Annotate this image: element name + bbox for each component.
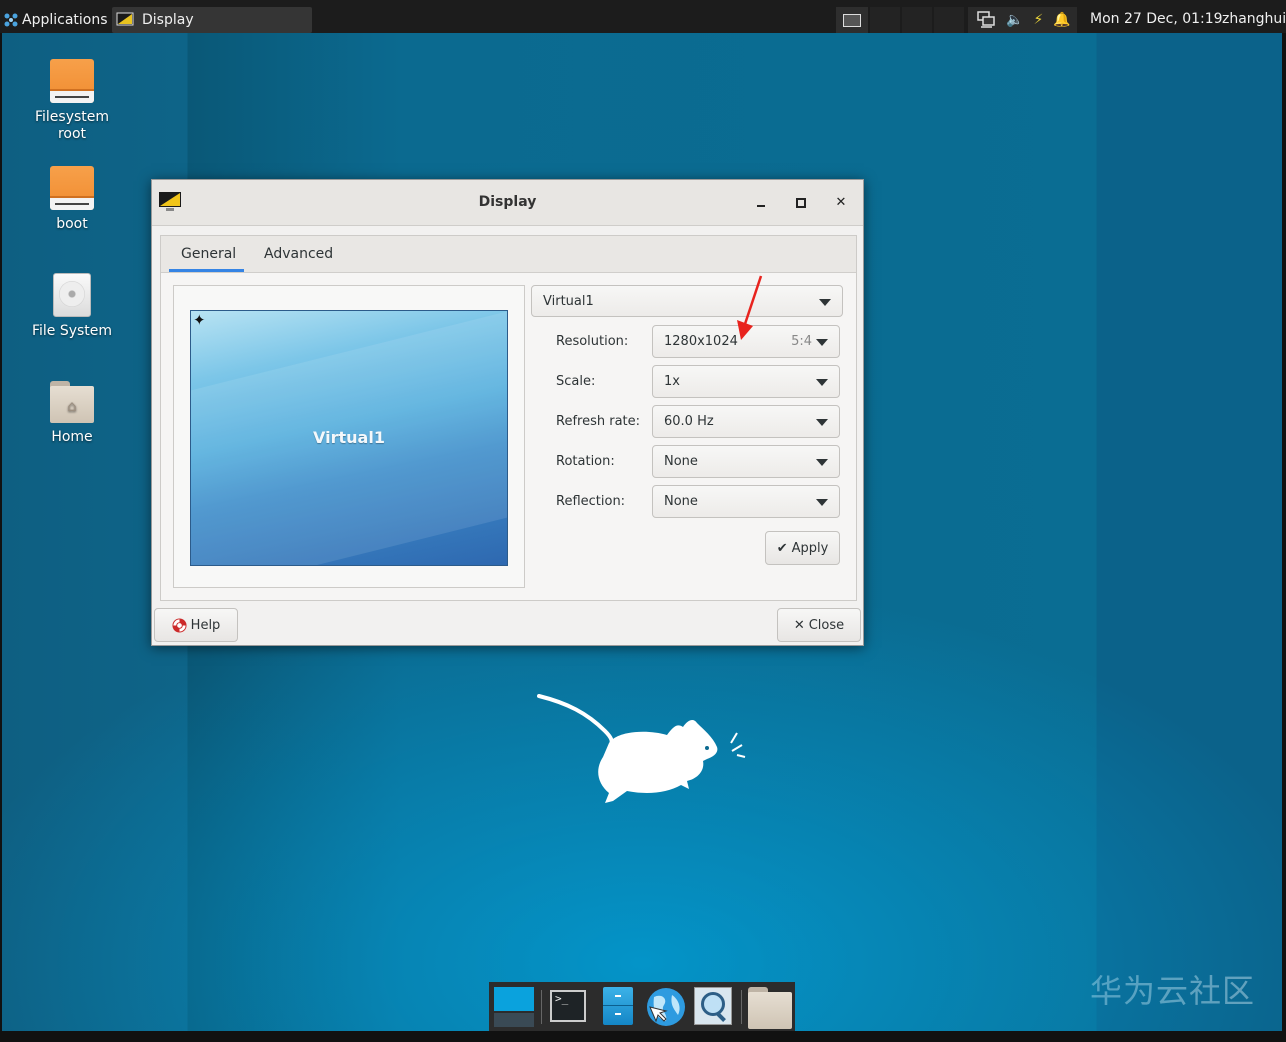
system-tray: 🔈 ⚡ 🔔 [968, 7, 1077, 33]
rotation-select[interactable]: None [652, 445, 840, 478]
monitor-preview[interactable]: ✦ Virtual1 [190, 310, 508, 566]
monitor-preview-label: Virtual1 [313, 428, 385, 447]
reflection-select[interactable]: None [652, 485, 840, 518]
notifications-icon[interactable]: 🔔 [1053, 12, 1070, 28]
dock-terminal[interactable]: >_ [550, 987, 590, 1027]
drive-icon [50, 166, 94, 210]
desktop-icon-file-system[interactable]: File System [22, 273, 122, 340]
dock-web-browser[interactable] [644, 987, 688, 1027]
dock: >_ [489, 982, 795, 1031]
chevron-down-icon [816, 459, 828, 466]
chevron-down-icon [819, 299, 831, 306]
workspace-3[interactable] [902, 7, 932, 33]
rotation-value: None [664, 454, 698, 469]
workspace-2[interactable] [870, 7, 900, 33]
dock-app-finder[interactable] [694, 987, 734, 1027]
display-preview-frame: ✦ Virtual1 [173, 285, 525, 588]
show-desktop-icon [494, 987, 534, 1011]
scale-value: 1x [664, 374, 680, 389]
maximize-icon [796, 197, 806, 208]
workspace-switcher[interactable] [836, 7, 868, 33]
app-finder-icon [694, 987, 732, 1025]
maximize-button[interactable] [790, 192, 812, 214]
web-browser-icon [647, 988, 685, 1026]
network-icon[interactable] [976, 11, 996, 29]
chevron-down-icon [816, 499, 828, 506]
close-icon: ✕ [793, 617, 805, 633]
applications-menu[interactable]: Applications ⋮ [3, 7, 122, 33]
refresh-rate-select[interactable]: 60.0 Hz [652, 405, 840, 438]
home-folder-icon: ⌂ [50, 381, 94, 423]
tab-advanced[interactable]: Advanced [264, 246, 333, 262]
scale-label: Scale: [556, 374, 596, 389]
desktop-icon-label: root [57, 126, 87, 142]
desktop-icon-label: Home [51, 429, 93, 445]
help-lifebuoy-icon [172, 617, 187, 633]
close-button[interactable]: ✕ Close [777, 608, 861, 642]
scale-select[interactable]: 1x [652, 365, 840, 398]
dialog-titlebar[interactable]: Display ✕ [152, 180, 863, 226]
file-manager-icon [603, 987, 633, 1025]
tab-strip: General Advanced [161, 236, 856, 273]
checkmark-icon: ✔ [776, 540, 788, 556]
active-tab-indicator [169, 269, 244, 272]
top-panel: Applications ⋮ Display 🔈 ⚡ 🔔 Mon 27 Dec,… [0, 0, 1286, 33]
dock-file-manager[interactable] [600, 987, 636, 1027]
refresh-rate-value: 60.0 Hz [664, 414, 714, 429]
power-icon[interactable]: ⚡ [1033, 12, 1043, 28]
desktop-icon-label: File System [31, 323, 113, 339]
reflection-label: Reflection: [556, 494, 626, 509]
desktop-icon-boot[interactable]: boot [22, 166, 122, 233]
volume-icon[interactable]: 🔈 [1006, 12, 1023, 28]
reflection-value: None [664, 494, 698, 509]
desktop-icon-home[interactable]: ⌂ Home [22, 381, 122, 446]
taskbar-button-label: Display [142, 12, 194, 28]
minimize-button[interactable] [750, 192, 772, 214]
folder-icon [748, 987, 792, 1029]
applications-icon [4, 13, 18, 27]
close-button-label: Close [808, 617, 845, 633]
desktop-icon-label: Filesystem [34, 109, 110, 125]
primary-display-star-icon: ✦ [193, 311, 206, 329]
resolution-value: 1280x1024 [664, 334, 738, 349]
clock[interactable]: Mon 27 Dec, 01:19 [1090, 11, 1223, 27]
resolution-label: Resolution: [556, 334, 629, 349]
drive-icon [50, 59, 94, 103]
workspace-icon [843, 13, 861, 27]
annotation-arrow-icon [737, 275, 763, 340]
tab-general[interactable]: General [181, 246, 236, 262]
settings-notebook: General Advanced ✦ Virtual1 Virtual1 Res… [160, 235, 857, 601]
apply-button-label: Apply [791, 540, 829, 556]
harddisk-icon [53, 273, 91, 317]
chevron-down-icon [816, 339, 828, 346]
terminal-icon: >_ [550, 990, 586, 1022]
workspace-4[interactable] [934, 7, 964, 33]
chevron-down-icon [816, 419, 828, 426]
taskbar-button-display[interactable]: Display [112, 7, 312, 33]
close-window-button[interactable]: ✕ [830, 192, 852, 214]
refresh-rate-label: Refresh rate: [556, 414, 641, 429]
display-app-icon [116, 12, 134, 26]
output-select[interactable]: Virtual1 [531, 285, 843, 317]
minimize-icon [757, 204, 765, 207]
dock-folder[interactable] [748, 987, 792, 1029]
dock-show-desktop[interactable] [494, 987, 536, 1027]
aspect-ratio-hint: 5:4 [791, 334, 812, 349]
desktop-icon-label: boot [56, 216, 88, 232]
help-button-label: Help [190, 617, 221, 633]
watermark: 华为云社区 [1090, 972, 1256, 1010]
output-select-value: Virtual1 [543, 294, 594, 309]
xfce-mouse-logo [537, 694, 746, 803]
help-button[interactable]: Help [154, 608, 238, 642]
applications-label: Applications [22, 12, 108, 28]
apply-button[interactable]: ✔ Apply [765, 531, 840, 565]
chevron-down-icon [816, 379, 828, 386]
display-dialog: Display ✕ General Advanced ✦ Virtual1 Vi… [151, 179, 864, 646]
rotation-label: Rotation: [556, 454, 615, 469]
user-menu[interactable]: zhanghui [1222, 11, 1286, 27]
desktop-icon-filesystem-root[interactable]: Filesystem root [22, 59, 122, 143]
close-icon: ✕ [835, 195, 847, 210]
